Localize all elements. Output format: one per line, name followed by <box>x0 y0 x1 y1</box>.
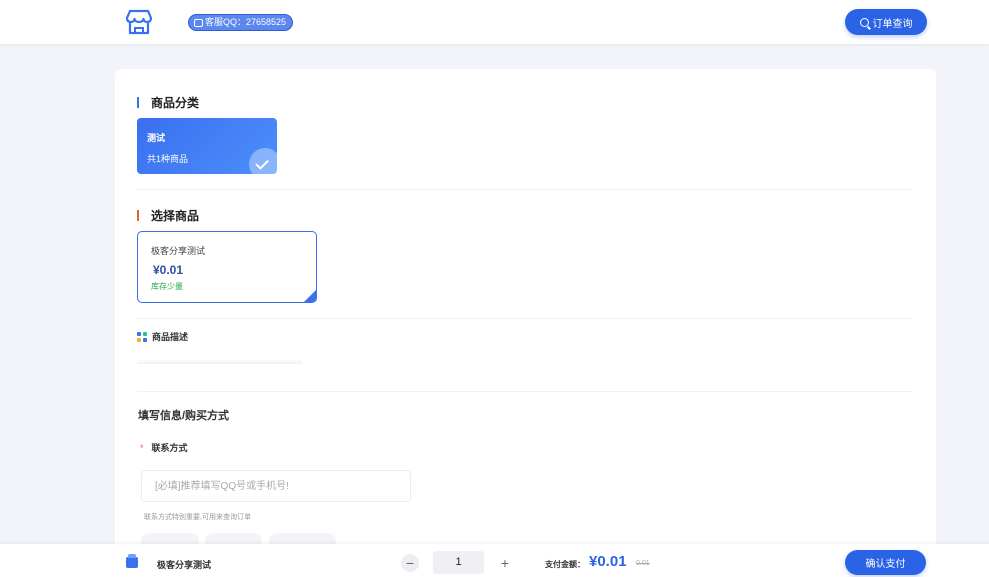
storefront-icon[interactable] <box>124 9 154 35</box>
product-name: 极客分享测试 <box>151 246 206 256</box>
product-card[interactable]: 极客分享测试 ¥0.01 库存少量 <box>137 231 317 303</box>
contact-hint: 联系方式特别重要,可用来查询订单 <box>144 514 251 521</box>
original-price: 0.01 <box>636 560 650 567</box>
section-accent-bar <box>137 210 139 221</box>
top-header: 客服QQ：27658525 订单查询 <box>0 0 989 44</box>
bottom-checkout-bar: 极客分享测试 − 1 + 支付金额： ¥0.01 0.01 确认支付 <box>0 544 989 577</box>
quantity-input[interactable]: 1 <box>433 551 484 574</box>
product-title-text: 选择商品 <box>151 209 200 223</box>
selected-corner-mark <box>303 289 316 302</box>
contact-label: * 联系方式 <box>140 441 188 454</box>
section-accent-bar <box>137 97 139 108</box>
form-title: 填写信息/购买方式 <box>138 410 230 422</box>
customer-service-qq-badge[interactable]: 客服QQ：27658525 <box>188 14 294 31</box>
product-price: ¥0.01 <box>153 263 184 277</box>
category-name: 测试 <box>147 133 166 143</box>
shopping-bag-icon <box>126 554 138 568</box>
product-section-title: 选择商品 <box>137 207 199 224</box>
contact-label-text: 联系方式 <box>151 443 188 453</box>
qq-badge-text: 客服QQ：27658525 <box>205 17 287 27</box>
category-card-test[interactable]: 测试 共1种商品 <box>137 118 277 174</box>
grid-icon <box>137 331 147 342</box>
search-icon <box>859 17 869 27</box>
order-query-button[interactable]: 订单查询 <box>845 9 927 35</box>
divider <box>137 189 912 190</box>
description-title: 商品描述 <box>137 330 188 343</box>
category-section-title: 商品分类 <box>137 94 199 111</box>
pay-amount-label: 支付金额： <box>545 560 585 569</box>
category-title-text: 商品分类 <box>151 96 200 110</box>
check-icon <box>249 148 277 174</box>
chat-icon <box>194 18 203 27</box>
divider <box>137 391 912 392</box>
contact-input[interactable] <box>141 470 411 502</box>
confirm-pay-button[interactable]: 确认支付 <box>845 550 926 575</box>
product-stock: 库存少量 <box>151 282 183 291</box>
bottom-product-name: 极客分享测试 <box>157 560 212 570</box>
quantity-minus-button[interactable]: − <box>401 554 419 572</box>
divider <box>137 318 912 319</box>
order-query-label: 订单查询 <box>872 18 913 30</box>
required-mark: * <box>140 443 144 453</box>
quantity-plus-button[interactable]: + <box>496 554 514 572</box>
category-count: 共1种商品 <box>147 154 189 164</box>
description-content-fade <box>137 355 302 364</box>
pay-amount: ¥0.01 <box>589 553 627 570</box>
description-title-text: 商品描述 <box>152 332 189 342</box>
